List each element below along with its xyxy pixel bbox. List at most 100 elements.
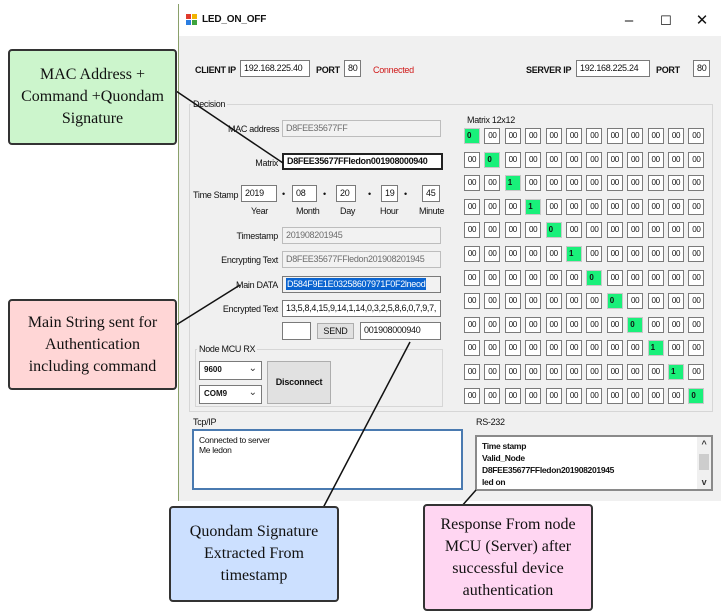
matrix-cell[interactable]: 00	[504, 316, 521, 333]
matrix-cell[interactable]: 00	[504, 269, 521, 286]
matrix-cell[interactable]: 00	[606, 316, 623, 333]
com-port-select[interactable]: COM9 ⌄	[199, 385, 262, 404]
matrix-cell[interactable]: 00	[484, 293, 501, 310]
matrix-cell[interactable]: 0	[545, 222, 562, 239]
matrix-cell[interactable]: 00	[668, 316, 684, 333]
matrix-cell[interactable]: 00	[688, 175, 705, 192]
matrix-cell[interactable]: 00	[545, 128, 562, 144]
server-ip-input[interactable]: 192.168.225.24	[576, 60, 650, 77]
minute-input[interactable]: 45	[422, 185, 440, 202]
matrix-cell[interactable]: 1	[525, 198, 542, 215]
matrix-cell[interactable]: 00	[586, 198, 603, 215]
scroll-down-icon[interactable]: v	[697, 477, 711, 487]
matrix-cell[interactable]: 00	[484, 222, 501, 239]
matrix-cell[interactable]: 00	[688, 340, 705, 357]
matrix-cell[interactable]: 00	[464, 175, 480, 192]
matrix-cell[interactable]: 00	[504, 364, 521, 380]
rs232-log[interactable]: ^ v Time stamp Valid_Node D8FEE35677FFledo…	[475, 435, 713, 491]
matrix-cell[interactable]: 00	[484, 340, 501, 357]
scrollbar[interactable]: ^ v	[697, 437, 711, 489]
matrix-cell[interactable]: 00	[545, 316, 562, 333]
matrix-cell[interactable]: 00	[627, 198, 644, 215]
server-port-input[interactable]: 80	[693, 60, 710, 77]
matrix-cell[interactable]: 00	[668, 246, 684, 262]
matrix-cell[interactable]: 00	[545, 175, 562, 192]
matrix-cell[interactable]: 00	[586, 387, 603, 404]
month-input[interactable]: 08	[292, 185, 317, 202]
matrix-cell[interactable]: 00	[688, 198, 705, 215]
matrix-cell[interactable]: 0	[627, 316, 644, 333]
matrix-cell[interactable]: 00	[566, 175, 582, 192]
matrix-cell[interactable]: 00	[668, 340, 684, 357]
matrix-cell[interactable]: 00	[606, 128, 623, 144]
matrix-cell[interactable]: 00	[525, 340, 542, 357]
matrix-cell[interactable]: 00	[688, 269, 705, 286]
matrix-cell[interactable]: 00	[606, 246, 623, 262]
matrix-cell[interactable]: 00	[627, 175, 644, 192]
matrix-cell[interactable]: 00	[627, 222, 644, 239]
matrix-cell[interactable]: 00	[668, 222, 684, 239]
matrix-cell[interactable]: 00	[525, 128, 542, 144]
matrix-cell[interactable]: 00	[504, 246, 521, 262]
minimize-button[interactable]: –	[614, 10, 644, 32]
year-input[interactable]: 2019	[241, 185, 277, 202]
matrix-cell[interactable]: 00	[566, 293, 582, 310]
matrix-cell[interactable]: 00	[504, 387, 521, 404]
matrix-cell[interactable]: 00	[525, 222, 542, 239]
matrix-cell[interactable]: 00	[647, 387, 664, 404]
matrix-cell[interactable]: 00	[545, 387, 562, 404]
matrix-cell[interactable]: 00	[688, 246, 705, 262]
matrix-cell[interactable]: 00	[627, 340, 644, 357]
matrix-cell[interactable]: 00	[504, 151, 521, 168]
matrix-cell[interactable]: 00	[606, 387, 623, 404]
matrix-cell[interactable]: 00	[606, 151, 623, 168]
matrix-cell[interactable]: 00	[545, 340, 562, 357]
matrix-cell[interactable]: 00	[688, 151, 705, 168]
matrix-cell[interactable]: 00	[688, 222, 705, 239]
matrix-cell[interactable]: 00	[647, 151, 664, 168]
matrix-cell[interactable]: 00	[647, 246, 664, 262]
matrix-cell[interactable]: 00	[525, 364, 542, 380]
matrix-cell[interactable]: 0	[464, 128, 480, 144]
matrix-cell[interactable]: 00	[647, 222, 664, 239]
matrix-cell[interactable]: 00	[668, 269, 684, 286]
matrix-cell[interactable]: 00	[504, 128, 521, 144]
matrix-cell[interactable]: 00	[586, 364, 603, 380]
tcp-ip-log[interactable]: Connected to server Me ledon	[192, 429, 463, 490]
scroll-up-icon[interactable]: ^	[697, 439, 711, 449]
matrix-cell[interactable]: 1	[668, 364, 684, 380]
matrix-cell[interactable]: 0	[484, 151, 501, 168]
matrix-cell[interactable]: 00	[545, 198, 562, 215]
matrix-cell[interactable]: 00	[688, 316, 705, 333]
matrix-cell[interactable]: 00	[586, 246, 603, 262]
disconnect-button[interactable]: Disconnect	[267, 361, 331, 404]
matrix-cell[interactable]: 00	[668, 387, 684, 404]
matrix-cell[interactable]: 00	[606, 222, 623, 239]
matrix-cell[interactable]: 00	[647, 364, 664, 380]
encrypted-text-field[interactable]: 13,5,8,4,15,9,14,1,14,0,3,2,5,8,6,0,7,9,…	[282, 300, 441, 317]
matrix-cell[interactable]: 00	[504, 293, 521, 310]
send-input[interactable]	[282, 322, 311, 340]
send-button[interactable]: SEND	[317, 323, 354, 339]
matrix-cell[interactable]: 00	[504, 340, 521, 357]
matrix-cell[interactable]: 00	[566, 340, 582, 357]
matrix-cell[interactable]: 00	[525, 387, 542, 404]
matrix-cell[interactable]: 00	[606, 340, 623, 357]
matrix-cell[interactable]: 1	[566, 246, 582, 262]
matrix-cell[interactable]: 00	[464, 340, 480, 357]
matrix-cell[interactable]: 00	[586, 340, 603, 357]
matrix-cell[interactable]: 00	[484, 175, 501, 192]
matrix-cell[interactable]: 00	[484, 128, 501, 144]
main-data-field[interactable]: D584F9E1E03258607971F0F2lneod	[282, 276, 441, 293]
matrix-cell[interactable]: 00	[586, 175, 603, 192]
baud-rate-select[interactable]: 9600 ⌄	[199, 361, 262, 380]
matrix-cell[interactable]: 1	[647, 340, 664, 357]
matrix-cell[interactable]: 00	[566, 222, 582, 239]
matrix-cell[interactable]: 00	[464, 198, 480, 215]
matrix-cell[interactable]: 0	[688, 387, 705, 404]
matrix-cell[interactable]: 00	[566, 128, 582, 144]
matrix-cell[interactable]: 00	[484, 387, 501, 404]
matrix-cell[interactable]: 00	[606, 198, 623, 215]
matrix-cell[interactable]: 00	[566, 269, 582, 286]
client-port-input[interactable]: 80	[344, 60, 361, 77]
